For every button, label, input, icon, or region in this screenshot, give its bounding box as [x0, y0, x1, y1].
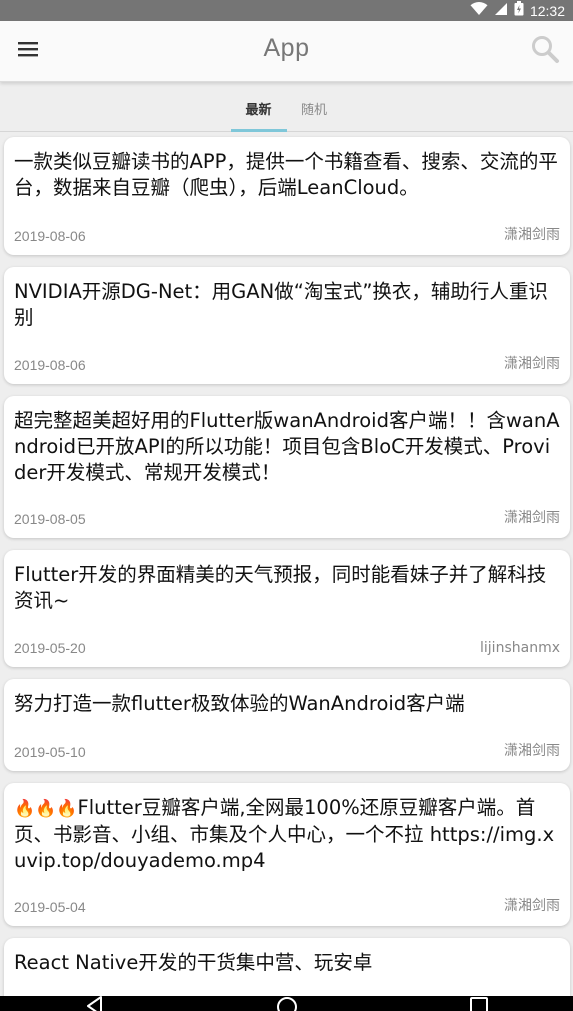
back-icon[interactable]	[85, 996, 105, 1011]
post-list[interactable]: 一款类似豆瓣读书的APP，提供一个书籍查看、搜索、交流的平台，数据来自豆瓣（爬虫…	[0, 132, 573, 996]
post-date: 2019-05-20	[14, 640, 86, 656]
post-card[interactable]: 努力打造一款flutter极致体验的WanAndroid客户端 2019-05-…	[4, 679, 570, 771]
post-card[interactable]: NVIDIA开源DG-Net：用GAN做“淘宝式”换衣，辅助行人重识别 2019…	[4, 267, 570, 384]
search-button[interactable]	[527, 33, 563, 69]
post-author: lijinshanmx	[480, 640, 560, 656]
post-title: 一款类似豆瓣读书的APP，提供一个书籍查看、搜索、交流的平台，数据来自豆瓣（爬虫…	[14, 150, 558, 199]
post-date: 2019-08-06	[14, 228, 86, 244]
post-title: NVIDIA开源DG-Net：用GAN做“淘宝式”换衣，辅助行人重识别	[14, 280, 548, 329]
post-date: 2019-08-06	[14, 357, 86, 373]
post-author: 潇湘剑雨	[504, 227, 560, 243]
app-bar: App	[0, 21, 573, 82]
cellular-icon	[494, 1, 508, 20]
post-card[interactable]: Flutter开发的界面精美的天气预报，同时能看妹子并了解科技资讯~ 2019-…	[4, 550, 570, 667]
post-author: 潇湘剑雨	[504, 898, 560, 914]
post-card[interactable]: React Native开发的干货集中营、玩安卓	[4, 938, 570, 996]
post-card[interactable]: 超完整超美超好用的Flutter版wanAndroid客户端！！含wanAndr…	[4, 396, 570, 538]
system-nav-bar	[0, 996, 573, 1011]
tab-random[interactable]: 随机	[287, 84, 341, 132]
wifi-icon	[470, 1, 488, 20]
post-title: 🔥🔥🔥Flutter豆瓣客户端,全网最100%还原豆瓣客户端。首页、书影音、小组…	[14, 795, 560, 874]
post-title: Flutter开发的界面精美的天气预报，同时能看妹子并了解科技资讯~	[14, 563, 547, 612]
status-time: 12:32	[529, 2, 565, 19]
fire-emoji-icon: 🔥🔥🔥	[14, 799, 78, 819]
battery-icon	[514, 1, 524, 20]
post-title: 努力打造一款flutter极致体验的WanAndroid客户端	[14, 692, 465, 715]
tab-bar: 最新 随机	[0, 84, 573, 132]
status-bar: 12:32	[0, 0, 573, 21]
tab-indicator	[231, 129, 287, 132]
post-title: React Native开发的干货集中营、玩安卓	[14, 951, 373, 974]
post-card[interactable]: 🔥🔥🔥Flutter豆瓣客户端,全网最100%还原豆瓣客户端。首页、书影音、小组…	[4, 783, 570, 926]
post-title-text: Flutter豆瓣客户端,全网最100%还原豆瓣客户端。首页、书影音、小组、市集…	[14, 796, 555, 872]
status-icons: 12:32	[470, 0, 565, 21]
post-date: 2019-05-10	[14, 744, 86, 760]
post-author: 潇湘剑雨	[504, 510, 560, 526]
app-title: App	[263, 34, 310, 62]
tab-latest[interactable]: 最新	[230, 84, 287, 132]
post-card[interactable]: 一款类似豆瓣读书的APP，提供一个书籍查看、搜索、交流的平台，数据来自豆瓣（爬虫…	[4, 137, 570, 255]
post-author: 潇湘剑雨	[504, 356, 560, 372]
recents-icon[interactable]	[469, 996, 489, 1011]
search-icon	[530, 34, 560, 68]
post-date: 2019-08-05	[14, 511, 86, 527]
post-date: 2019-05-04	[14, 899, 86, 915]
home-icon[interactable]	[276, 996, 298, 1011]
post-author: 潇湘剑雨	[504, 743, 560, 759]
post-title: 超完整超美超好用的Flutter版wanAndroid客户端！！含wanAndr…	[14, 409, 560, 484]
